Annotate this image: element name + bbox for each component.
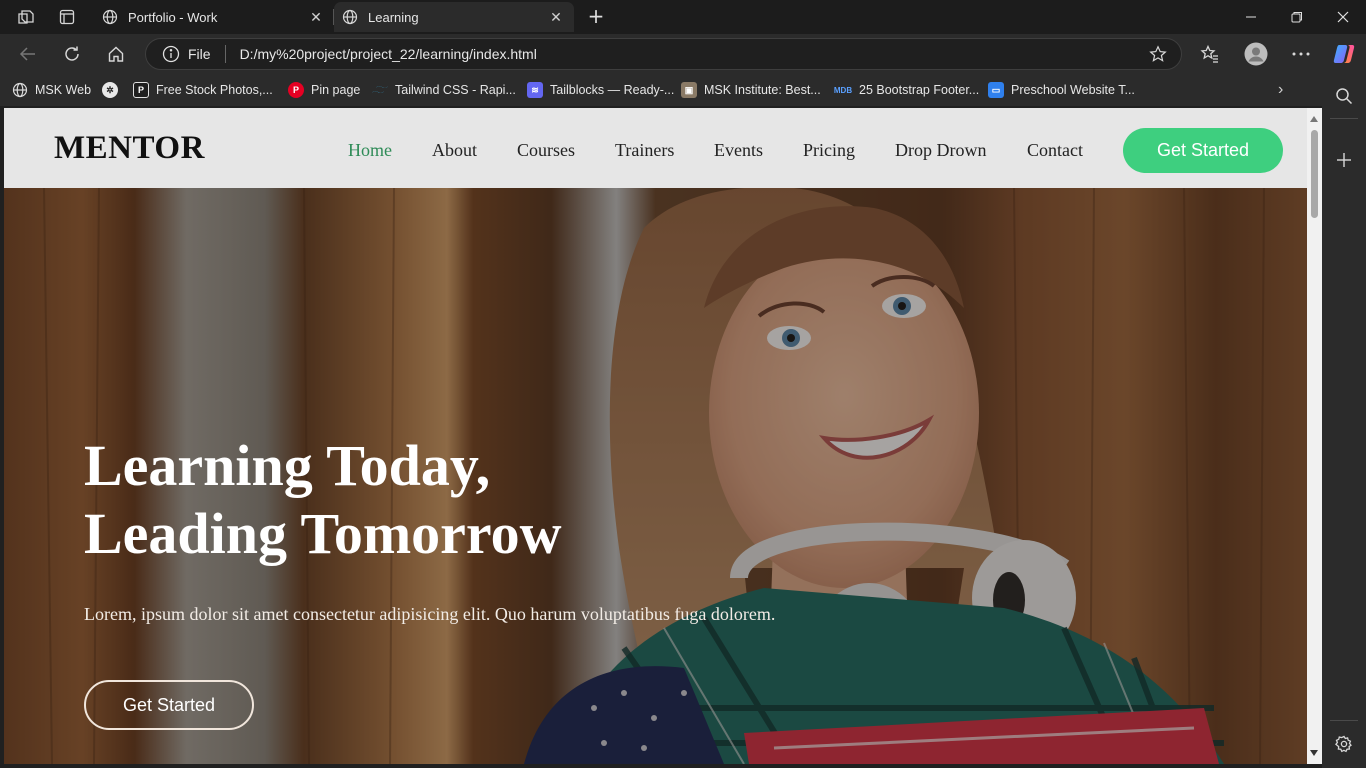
bookmark-free-stock-photos[interactable]: P Free Stock Photos,... — [133, 81, 273, 99]
home-button[interactable] — [103, 41, 129, 67]
vertical-tabs-icon[interactable] — [56, 6, 78, 28]
site-logo[interactable]: MENTOR — [54, 130, 205, 167]
bookmark-preschool[interactable]: ▭ Preschool Website T... — [988, 81, 1135, 99]
nav-link-home[interactable]: Home — [348, 140, 392, 161]
chatgpt-icon: ✲ — [102, 82, 118, 98]
add-icon[interactable] — [1332, 148, 1356, 172]
bookmark-label: Tailwind CSS - Rapi... — [395, 83, 516, 97]
tailblocks-icon: ≋ — [527, 82, 543, 98]
bookmark-tailwind[interactable]: Tailwind CSS - Rapi... — [372, 81, 516, 99]
nav-link-about[interactable]: About — [432, 140, 477, 161]
hero-get-started-button[interactable]: Get Started — [84, 680, 254, 730]
bookmark-pin-page[interactable]: P Pin page — [288, 81, 360, 99]
bookmark-label: Preschool Website T... — [1011, 83, 1135, 97]
bookmark-msk-web[interactable]: MSK Web — [12, 81, 91, 99]
address-divider — [224, 45, 226, 63]
page-scrollbar[interactable] — [1307, 108, 1322, 764]
restore-button[interactable] — [1274, 0, 1320, 34]
nav-link-events[interactable]: Events — [714, 140, 763, 161]
url-text[interactable]: D:/my%20project/project_22/learning/inde… — [240, 46, 1149, 62]
msk-institute-icon: ▣ — [681, 82, 697, 98]
bookmark-label: Pin page — [311, 83, 361, 97]
hero-title-line-1: Learning Today, — [84, 433, 491, 498]
address-bar[interactable]: File D:/my%20project/project_22/learning… — [145, 38, 1182, 70]
settings-gear-icon[interactable] — [1332, 732, 1356, 756]
globe-icon — [12, 82, 28, 98]
nav-link-contact[interactable]: Contact — [1027, 140, 1083, 161]
bookmark-chatgpt[interactable]: ✲ — [102, 81, 125, 99]
browser-tab-bar: Portfolio - Work ✕ Learning ✕ + — [0, 0, 1366, 34]
bookmarks-bar: MSK Web ✲ P Free Stock Photos,... P Pin … — [0, 74, 1366, 106]
scroll-up-arrow-icon[interactable] — [1310, 116, 1318, 122]
close-window-button[interactable] — [1320, 0, 1366, 34]
pinterest-icon: P — [288, 82, 304, 98]
nav-link-trainers[interactable]: Trainers — [615, 140, 674, 161]
minimize-button[interactable] — [1228, 0, 1274, 34]
tailwind-icon — [372, 82, 388, 98]
hero-subtitle: Lorem, ipsum dolor sit amet consectetur … — [84, 604, 776, 624]
tab-learning[interactable]: Learning ✕ — [334, 2, 574, 32]
more-options-icon[interactable] — [1288, 41, 1314, 67]
page-viewport: MENTOR Home About Courses Trainers Event… — [4, 108, 1307, 764]
chevron-right-icon[interactable]: › — [1278, 81, 1283, 99]
refresh-button[interactable] — [59, 41, 85, 67]
scrollbar-thumb[interactable] — [1311, 130, 1318, 218]
scheme-label: File — [188, 46, 211, 62]
bookmark-bootstrap-footer[interactable]: MDB 25 Bootstrap Footer... — [834, 81, 979, 99]
sidebar-divider — [1330, 720, 1358, 721]
bookmark-label: 25 Bootstrap Footer... — [859, 83, 980, 97]
bookmark-tailblocks[interactable]: ≋ Tailblocks — Ready-... — [527, 81, 674, 99]
nav-link-dropdown[interactable]: Drop Drown — [895, 140, 987, 161]
pexels-icon: P — [133, 82, 149, 98]
close-icon[interactable]: ✕ — [306, 7, 326, 27]
favorites-icon[interactable] — [1197, 41, 1223, 67]
sidebar-divider — [1330, 118, 1358, 119]
tab-portfolio[interactable]: Portfolio - Work ✕ — [94, 2, 334, 32]
tab-title: Portfolio - Work — [128, 9, 218, 25]
edge-sidebar — [1322, 74, 1366, 768]
site-header: MENTOR Home About Courses Trainers Event… — [4, 108, 1307, 188]
workspaces-icon[interactable] — [15, 6, 37, 28]
bookmark-msk-institute[interactable]: ▣ MSK Institute: Best... — [681, 81, 821, 99]
info-icon[interactable] — [162, 45, 180, 63]
tab-title: Learning — [368, 9, 419, 25]
header-get-started-button[interactable]: Get Started — [1123, 128, 1283, 173]
browser-toolbar: File D:/my%20project/project_22/learning… — [0, 34, 1366, 74]
close-icon[interactable]: ✕ — [546, 7, 566, 27]
copilot-icon[interactable] — [1331, 41, 1357, 67]
bookmark-label: MSK Web — [35, 83, 92, 97]
new-tab-button[interactable]: + — [584, 6, 608, 28]
mdb-icon: MDB — [833, 85, 853, 95]
back-button[interactable] — [15, 41, 41, 67]
favorite-star-icon[interactable] — [1149, 45, 1167, 63]
globe-icon — [342, 9, 358, 25]
search-icon[interactable] — [1332, 84, 1356, 108]
globe-icon — [102, 9, 118, 25]
hero-title-line-2: Leading Tomorrow — [84, 501, 562, 566]
preschool-icon: ▭ — [988, 82, 1004, 98]
hero-section: Learning Today, Leading Tomorrow Lorem, … — [4, 188, 1307, 764]
scroll-down-arrow-icon[interactable] — [1310, 750, 1318, 756]
nav-link-courses[interactable]: Courses — [517, 140, 575, 161]
hero-title: Learning Today, Leading Tomorrow — [84, 432, 784, 568]
bookmark-label: Free Stock Photos,... — [156, 83, 273, 97]
bookmark-label: MSK Institute: Best... — [704, 83, 821, 97]
profile-avatar-icon[interactable] — [1243, 41, 1269, 67]
bookmark-label: Tailblocks — Ready-... — [550, 83, 675, 97]
nav-link-pricing[interactable]: Pricing — [803, 140, 855, 161]
